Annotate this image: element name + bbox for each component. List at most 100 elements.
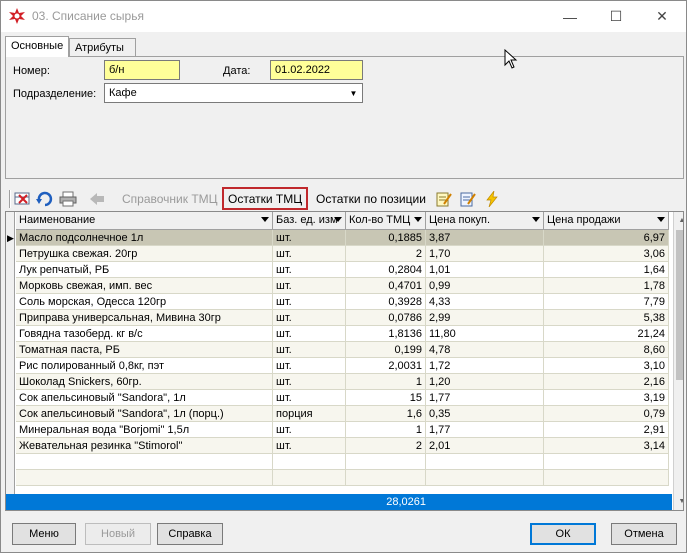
cell-sell-price[interactable]: 3,14 [544,438,669,454]
table-row[interactable]: Рис полированный 0,8кг, пэт шт. 2,0031 1,72… [16,358,669,374]
cell-sell-price[interactable]: 7,79 [544,294,669,310]
lightning-icon[interactable] [482,189,502,209]
cell-unit[interactable]: шт. [273,294,346,310]
help-button[interactable]: Справка [157,523,223,545]
cancel-button[interactable]: Отмена [611,523,677,545]
maximize-button[interactable]: ☐ [593,1,639,32]
cell-buy-price[interactable]: 1,72 [426,358,544,374]
cell-buy-price[interactable]: 4,33 [426,294,544,310]
cell-unit[interactable]: шт. [273,230,346,246]
close-button[interactable]: ✕ [639,1,685,32]
cell-unit[interactable]: шт. [273,358,346,374]
cell-qty[interactable]: 1 [346,374,426,390]
table-row[interactable]: Приправа универсальная, Мивина 30гр шт. 0,… [16,310,669,326]
cell-buy-price[interactable]: 1,01 [426,262,544,278]
scroll-down-icon[interactable]: ▼ [674,493,683,510]
cell-sell-price[interactable]: 1,78 [544,278,669,294]
table-row[interactable]: Минеральная вода "Borjomi" 1,5л шт. 1 1,77 2… [16,422,669,438]
department-select[interactable]: Кафе ▼ [104,83,363,103]
edit-note-icon[interactable] [434,189,454,209]
cell-name[interactable]: Сок апельсиновый "Sandora", 1л [16,390,273,406]
date-field[interactable]: 01.02.2022 [270,60,363,80]
ok-button[interactable]: ОК [530,523,596,545]
cell-qty[interactable]: 0,0786 [346,310,426,326]
cell-unit[interactable]: шт. [273,342,346,358]
sort-arrow-icon[interactable] [414,217,422,222]
table-row[interactable]: Жевательная резинка "Stimorol" шт. 2 2,01 3,… [16,438,669,454]
cell-buy-price[interactable]: 1,70 [426,246,544,262]
cell-buy-price[interactable]: 0,99 [426,278,544,294]
stock-button[interactable]: Остатки ТМЦ [222,187,309,210]
cell-name[interactable]: Петрушка свежая. 20гр [16,246,273,262]
cell-sell-price[interactable]: 21,24 [544,326,669,342]
cell-name[interactable]: Шоколад Snickers, 60гр. [16,374,273,390]
cell-name[interactable]: Жевательная резинка "Stimorol" [16,438,273,454]
cell-qty[interactable]: 15 [346,390,426,406]
cell-name[interactable]: Соль морская, Одесса 120гр [16,294,273,310]
cell-sell-price[interactable]: 8,60 [544,342,669,358]
cell-buy-price[interactable]: 1,77 [426,390,544,406]
table-row[interactable]: Говядна тазоберд. кг в/с шт. 1,8136 11,80 21… [16,326,669,342]
sort-arrow-icon[interactable] [532,217,540,222]
cell-unit[interactable]: шт. [273,326,346,342]
cell-buy-price[interactable]: 2,01 [426,438,544,454]
refresh-icon[interactable] [35,189,55,209]
edit-list-icon[interactable] [458,189,478,209]
cell-qty[interactable]: 0,1885 [346,230,426,246]
vertical-scrollbar[interactable]: ▲ ▼ [673,212,683,510]
cell-name[interactable]: Морковь свежая, имп. вес [16,278,273,294]
cell-name[interactable]: Сок апельсиновый "Sandora", 1л (порц.) [16,406,273,422]
table-row[interactable]: Масло подсолнечное 1л шт. 0,1885 3,87 6,97 [16,230,669,246]
cell-buy-price[interactable]: 1,77 [426,422,544,438]
cell-sell-price[interactable]: 6,97 [544,230,669,246]
cell-unit[interactable]: шт. [273,390,346,406]
cell-buy-price[interactable]: 11,80 [426,326,544,342]
scroll-thumb[interactable] [676,230,683,380]
cell-buy-price[interactable]: 4,78 [426,342,544,358]
cell-qty[interactable]: 0,4701 [346,278,426,294]
cell-sell-price[interactable]: 1,64 [544,262,669,278]
cell-unit[interactable]: шт. [273,374,346,390]
tab-attributes[interactable]: Атрибуты [69,38,136,56]
cell-unit[interactable]: шт. [273,310,346,326]
cell-name[interactable]: Приправа универсальная, Мивина 30гр [16,310,273,326]
cell-qty[interactable]: 1,6 [346,406,426,422]
cell-qty[interactable]: 0,2804 [346,262,426,278]
cell-sell-price[interactable]: 5,38 [544,310,669,326]
cell-buy-price[interactable]: 0,35 [426,406,544,422]
table-row[interactable]: Лук репчатый, РБ шт. 0,2804 1,01 1,64 [16,262,669,278]
cell-name[interactable]: Минеральная вода "Borjomi" 1,5л [16,422,273,438]
items-grid[interactable]: ▶ Наименование Баз. ед. изм Кол-во ТМЦ Ц… [5,211,684,511]
cell-name[interactable]: Рис полированный 0,8кг, пэт [16,358,273,374]
cell-name[interactable]: Масло подсолнечное 1л [16,230,273,246]
cell-buy-price[interactable]: 2,99 [426,310,544,326]
tab-main[interactable]: Основные [5,36,69,57]
table-row[interactable]: Шоколад Snickers, 60гр. шт. 1 1,20 2,16 [16,374,669,390]
cell-buy-price[interactable]: 3,87 [426,230,544,246]
sort-arrow-icon[interactable] [657,217,665,222]
cell-unit[interactable]: шт. [273,262,346,278]
cell-name[interactable]: Томатная паста, РБ [16,342,273,358]
cell-qty[interactable]: 2,0031 [346,358,426,374]
table-row[interactable]: Сок апельсиновый "Sandora", 1л (порц.) по… [16,406,669,422]
table-row[interactable]: Морковь свежая, имп. вес шт. 0,4701 0,99 1,7… [16,278,669,294]
sort-arrow-icon[interactable] [261,217,269,222]
table-row[interactable]: Томатная паста, РБ шт. 0,199 4,78 8,60 [16,342,669,358]
menu-button[interactable]: Меню [12,523,76,545]
column-header-unit[interactable]: Баз. ед. изм [273,212,346,230]
cell-buy-price[interactable]: 1,20 [426,374,544,390]
cell-qty[interactable]: 2 [346,246,426,262]
cell-sell-price[interactable]: 3,19 [544,390,669,406]
cell-qty[interactable]: 1 [346,422,426,438]
cell-qty[interactable]: 0,3928 [346,294,426,310]
column-header-qty[interactable]: Кол-во ТМЦ [346,212,426,230]
sort-arrow-icon[interactable] [334,217,342,222]
cell-qty[interactable]: 2 [346,438,426,454]
minimize-button[interactable]: — [547,1,593,32]
cell-unit[interactable]: шт. [273,422,346,438]
scroll-up-icon[interactable]: ▲ [674,212,683,229]
cell-unit[interactable]: шт. [273,438,346,454]
column-header-name[interactable]: Наименование [16,212,273,230]
cell-unit[interactable]: порция [273,406,346,422]
cell-qty[interactable]: 0,199 [346,342,426,358]
